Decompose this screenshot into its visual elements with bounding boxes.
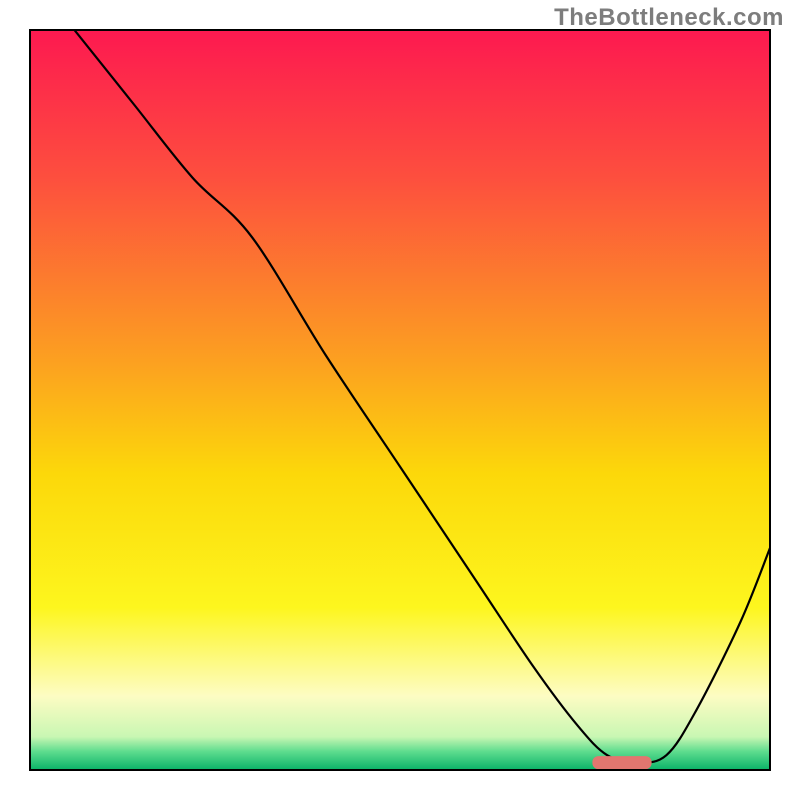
bottleneck-chart <box>0 0 800 800</box>
chart-background <box>30 30 770 770</box>
optimal-range-marker <box>592 756 651 769</box>
watermark-text: TheBottleneck.com <box>554 4 784 32</box>
chart-stage: TheBottleneck.com <box>0 0 800 800</box>
